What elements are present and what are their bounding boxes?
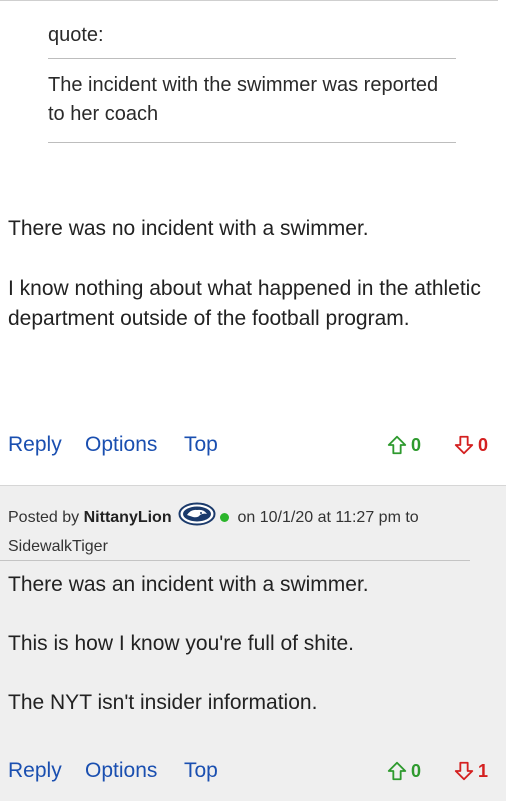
options-link[interactable]: Options — [85, 420, 157, 470]
quote-text: The incident with the swimmer was report… — [48, 74, 439, 125]
options-link[interactable]: Options — [85, 746, 157, 796]
username-link[interactable]: NittanyLion — [84, 509, 172, 526]
post-actions: Reply Options Top 0 1 — [0, 746, 506, 796]
arrow-down-outline-icon — [454, 435, 474, 455]
downvote-count: 1 — [478, 760, 489, 781]
upvote-button[interactable]: 0 — [386, 746, 421, 796]
post-paragraph: There was no incident with a swimmer. — [8, 217, 369, 240]
posted-by-label: Posted by — [8, 509, 80, 527]
post-divider — [0, 0, 498, 1]
penn-state-lion-logo — [178, 502, 216, 534]
post-actions: Reply Options Top 0 0 — [0, 420, 506, 470]
arrow-up-outline-icon — [387, 435, 407, 455]
upvote-count: 0 — [411, 760, 422, 781]
top-link[interactable]: Top — [184, 746, 218, 796]
upvote-button[interactable]: 0 — [386, 420, 421, 470]
arrow-down-outline-icon — [454, 761, 474, 781]
post-2: Posted by NittanyLion on 10/1/20 at 11:2… — [0, 485, 506, 801]
downvote-count: 0 — [478, 434, 489, 455]
reply-link[interactable]: Reply — [8, 420, 62, 470]
downvote-button[interactable]: 1 — [453, 746, 488, 796]
post-paragraph: There was an incident with a swimmer. — [8, 573, 369, 596]
downvote-button[interactable]: 0 — [453, 420, 488, 470]
quote-divider — [48, 142, 456, 143]
reply-to-user-link[interactable]: SidewalkTiger — [8, 538, 108, 555]
post-header: Posted by NittanyLion on 10/1/20 at 11:2… — [8, 502, 478, 559]
post-paragraph: The NYT isn't insider information. — [8, 691, 318, 714]
quote-label: quote: — [48, 24, 104, 46]
post-paragraph: I know nothing about what happened in th… — [8, 277, 481, 330]
post-timestamp: on 10/1/20 at 11:27 pm to — [237, 509, 419, 527]
arrow-up-outline-icon — [387, 761, 407, 781]
top-link[interactable]: Top — [184, 420, 218, 470]
online-status-dot — [220, 512, 230, 522]
post-paragraph: This is how I know you're full of shite. — [8, 632, 354, 655]
quote-block: quote: The incident with the swimmer was… — [48, 22, 456, 143]
reply-link[interactable]: Reply — [8, 746, 62, 796]
header-divider — [0, 560, 470, 561]
upvote-count: 0 — [411, 434, 422, 455]
